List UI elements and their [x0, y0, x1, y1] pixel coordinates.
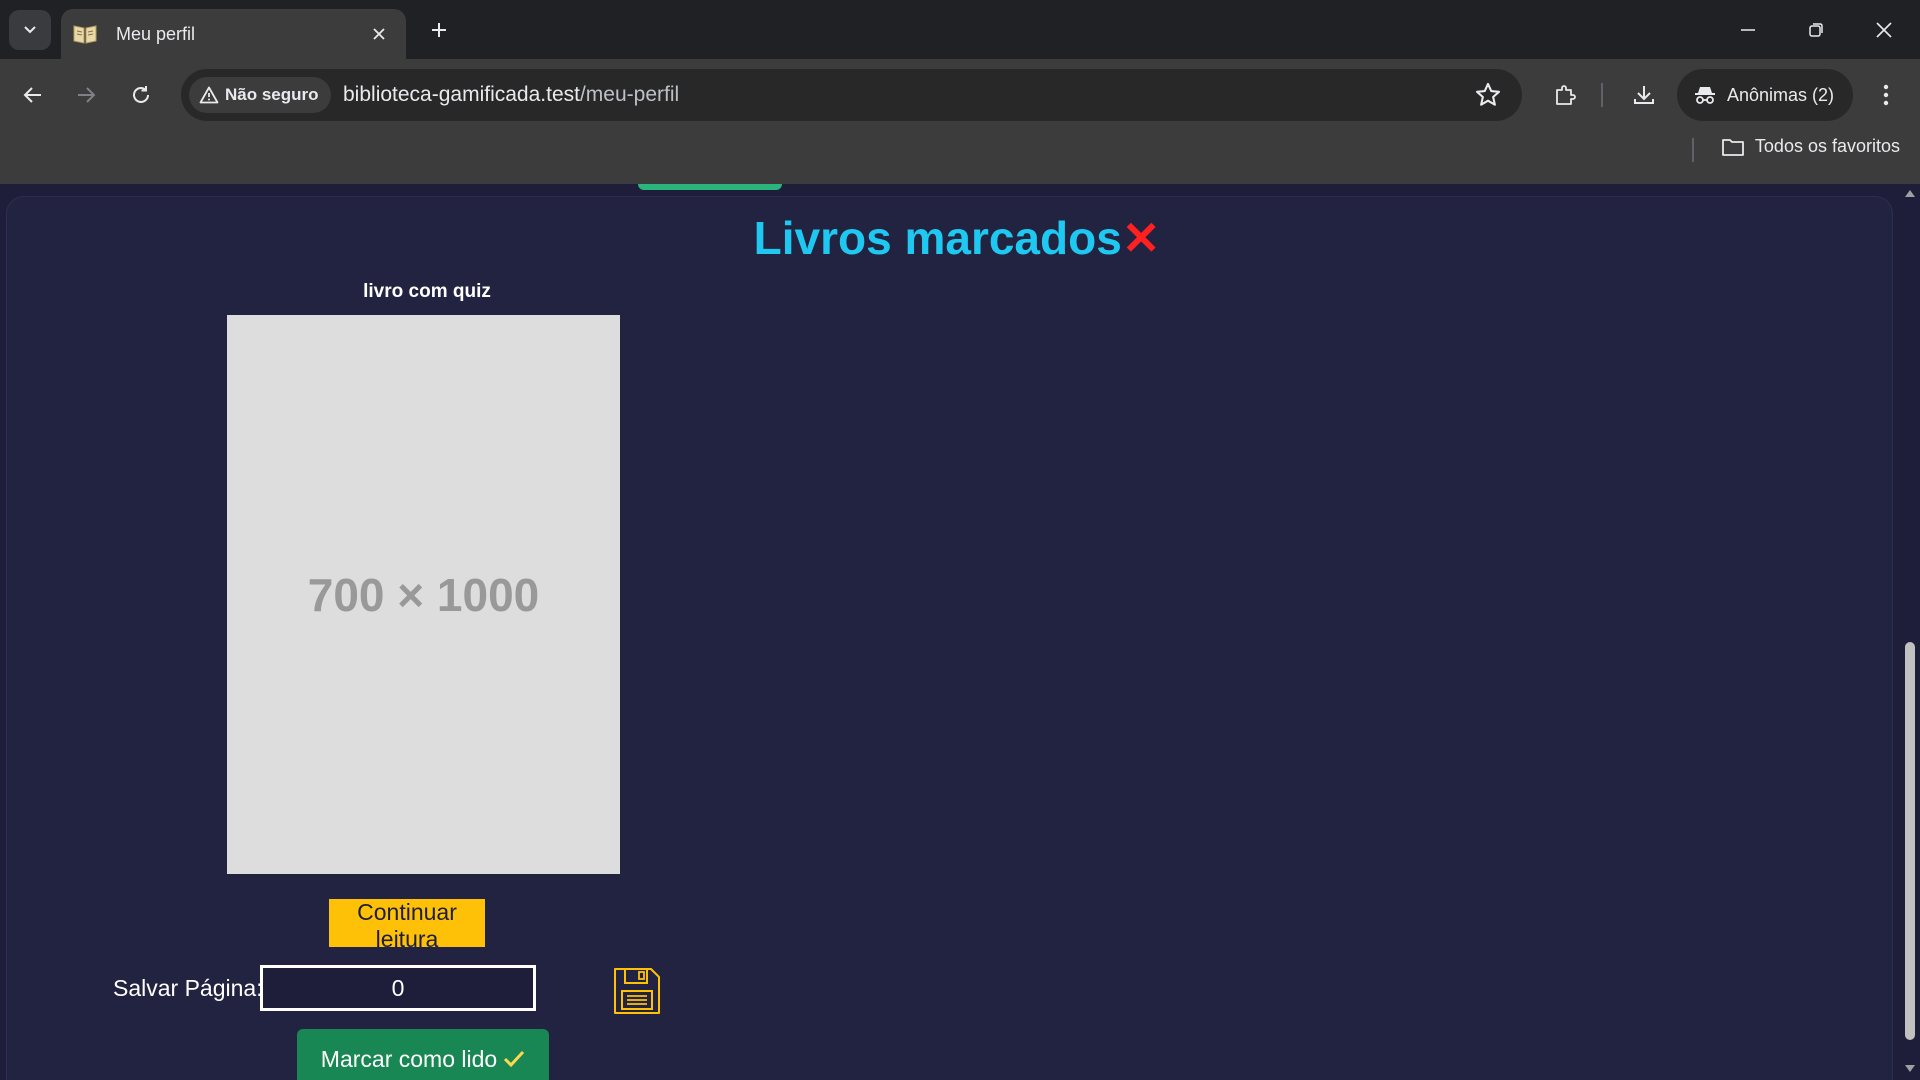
back-button[interactable] — [13, 75, 53, 115]
browser-menu-button[interactable] — [1868, 75, 1904, 115]
reload-button[interactable] — [121, 75, 161, 115]
page-title: Livros marcados✕ — [7, 213, 1907, 264]
mark-as-read-label: Marcar como lido — [320, 1045, 498, 1072]
download-icon — [1634, 86, 1654, 104]
save-page-label: Salvar Página: — [113, 975, 263, 1001]
security-label: Não seguro — [225, 85, 319, 104]
minimize-icon — [1741, 28, 1755, 31]
forward-arrow-icon — [78, 87, 96, 103]
incognito-profile-button[interactable]: Anônimas (2) — [1677, 69, 1853, 121]
warning-icon — [199, 86, 219, 104]
bookmarks-separator — [1692, 138, 1694, 162]
url-host: biblioteca-gamificada.test — [343, 83, 580, 106]
extensions-icon — [1556, 85, 1576, 105]
star-icon[interactable] — [1474, 81, 1502, 109]
page-number-input[interactable] — [260, 965, 536, 1011]
page-viewport: Livros marcados✕ livro com quiz 700 × 10… — [0, 184, 1920, 1080]
continue-reading-button[interactable]: Continuar leitura — [329, 899, 485, 952]
reload-icon — [133, 86, 149, 103]
plus-icon — [432, 23, 446, 37]
cover-placeholder-text: 700 × 1000 — [307, 568, 540, 621]
heading-text: Livros marcados — [753, 212, 1122, 264]
url-text[interactable]: biblioteca-gamificada.test/meu-perfil — [343, 83, 679, 107]
downloads-button[interactable] — [1624, 75, 1664, 115]
close-tab-icon[interactable] — [364, 19, 394, 49]
tab-search-button[interactable] — [9, 10, 51, 50]
scrollbar-thumb[interactable] — [1905, 642, 1915, 1040]
back-arrow-icon — [23, 87, 41, 103]
close-x-icon[interactable]: ✕ — [1122, 212, 1161, 264]
book-title: livro com quiz — [363, 281, 491, 302]
book-favicon — [73, 25, 97, 44]
incognito-icon — [1695, 87, 1715, 104]
floppy-disk-icon — [614, 968, 660, 1014]
restore-button[interactable] — [1782, 0, 1850, 59]
green-tab-indicator — [638, 184, 782, 190]
bookmarks-label: Todos os favoritos — [1754, 136, 1900, 156]
toolbar-separator — [1601, 83, 1603, 107]
page-scrollbar[interactable] — [1900, 184, 1920, 1080]
new-tab-button[interactable] — [421, 12, 457, 48]
chevron-down-icon — [24, 26, 36, 34]
profile-label: Anônimas (2) — [1727, 84, 1835, 105]
all-bookmarks-button[interactable]: Todos os favoritos — [1721, 136, 1900, 157]
checkmark-icon — [504, 1050, 525, 1068]
minimize-button[interactable] — [1714, 0, 1782, 59]
extensions-button[interactable] — [1545, 75, 1585, 115]
save-page-button[interactable] — [611, 965, 663, 1017]
restore-icon — [1809, 22, 1823, 37]
tab-title: Meu perfil — [116, 23, 196, 44]
security-chip[interactable]: Não seguro — [189, 77, 331, 113]
tab-strip: Meu perfil — [0, 0, 1920, 59]
folder-icon — [1722, 138, 1744, 156]
window-close-icon — [1876, 21, 1892, 38]
browser-tab[interactable]: Meu perfil — [61, 9, 406, 59]
address-bar[interactable]: Não seguro biblioteca-gamificada.test/me… — [181, 69, 1522, 121]
url-path: /meu-perfil — [579, 83, 680, 106]
scroll-up-arrow-icon[interactable] — [1904, 188, 1916, 198]
forward-button[interactable] — [66, 75, 106, 115]
window-close-button[interactable] — [1850, 0, 1918, 59]
scroll-down-arrow-icon[interactable] — [1904, 1064, 1916, 1074]
mark-as-read-button[interactable]: Marcar como lido — [297, 1029, 549, 1080]
book-cover-image[interactable]: 700 × 1000 — [227, 315, 620, 874]
bookmarked-books-card: Livros marcados✕ livro com quiz 700 × 10… — [6, 196, 1893, 1080]
kebab-menu-icon — [1883, 84, 1889, 106]
